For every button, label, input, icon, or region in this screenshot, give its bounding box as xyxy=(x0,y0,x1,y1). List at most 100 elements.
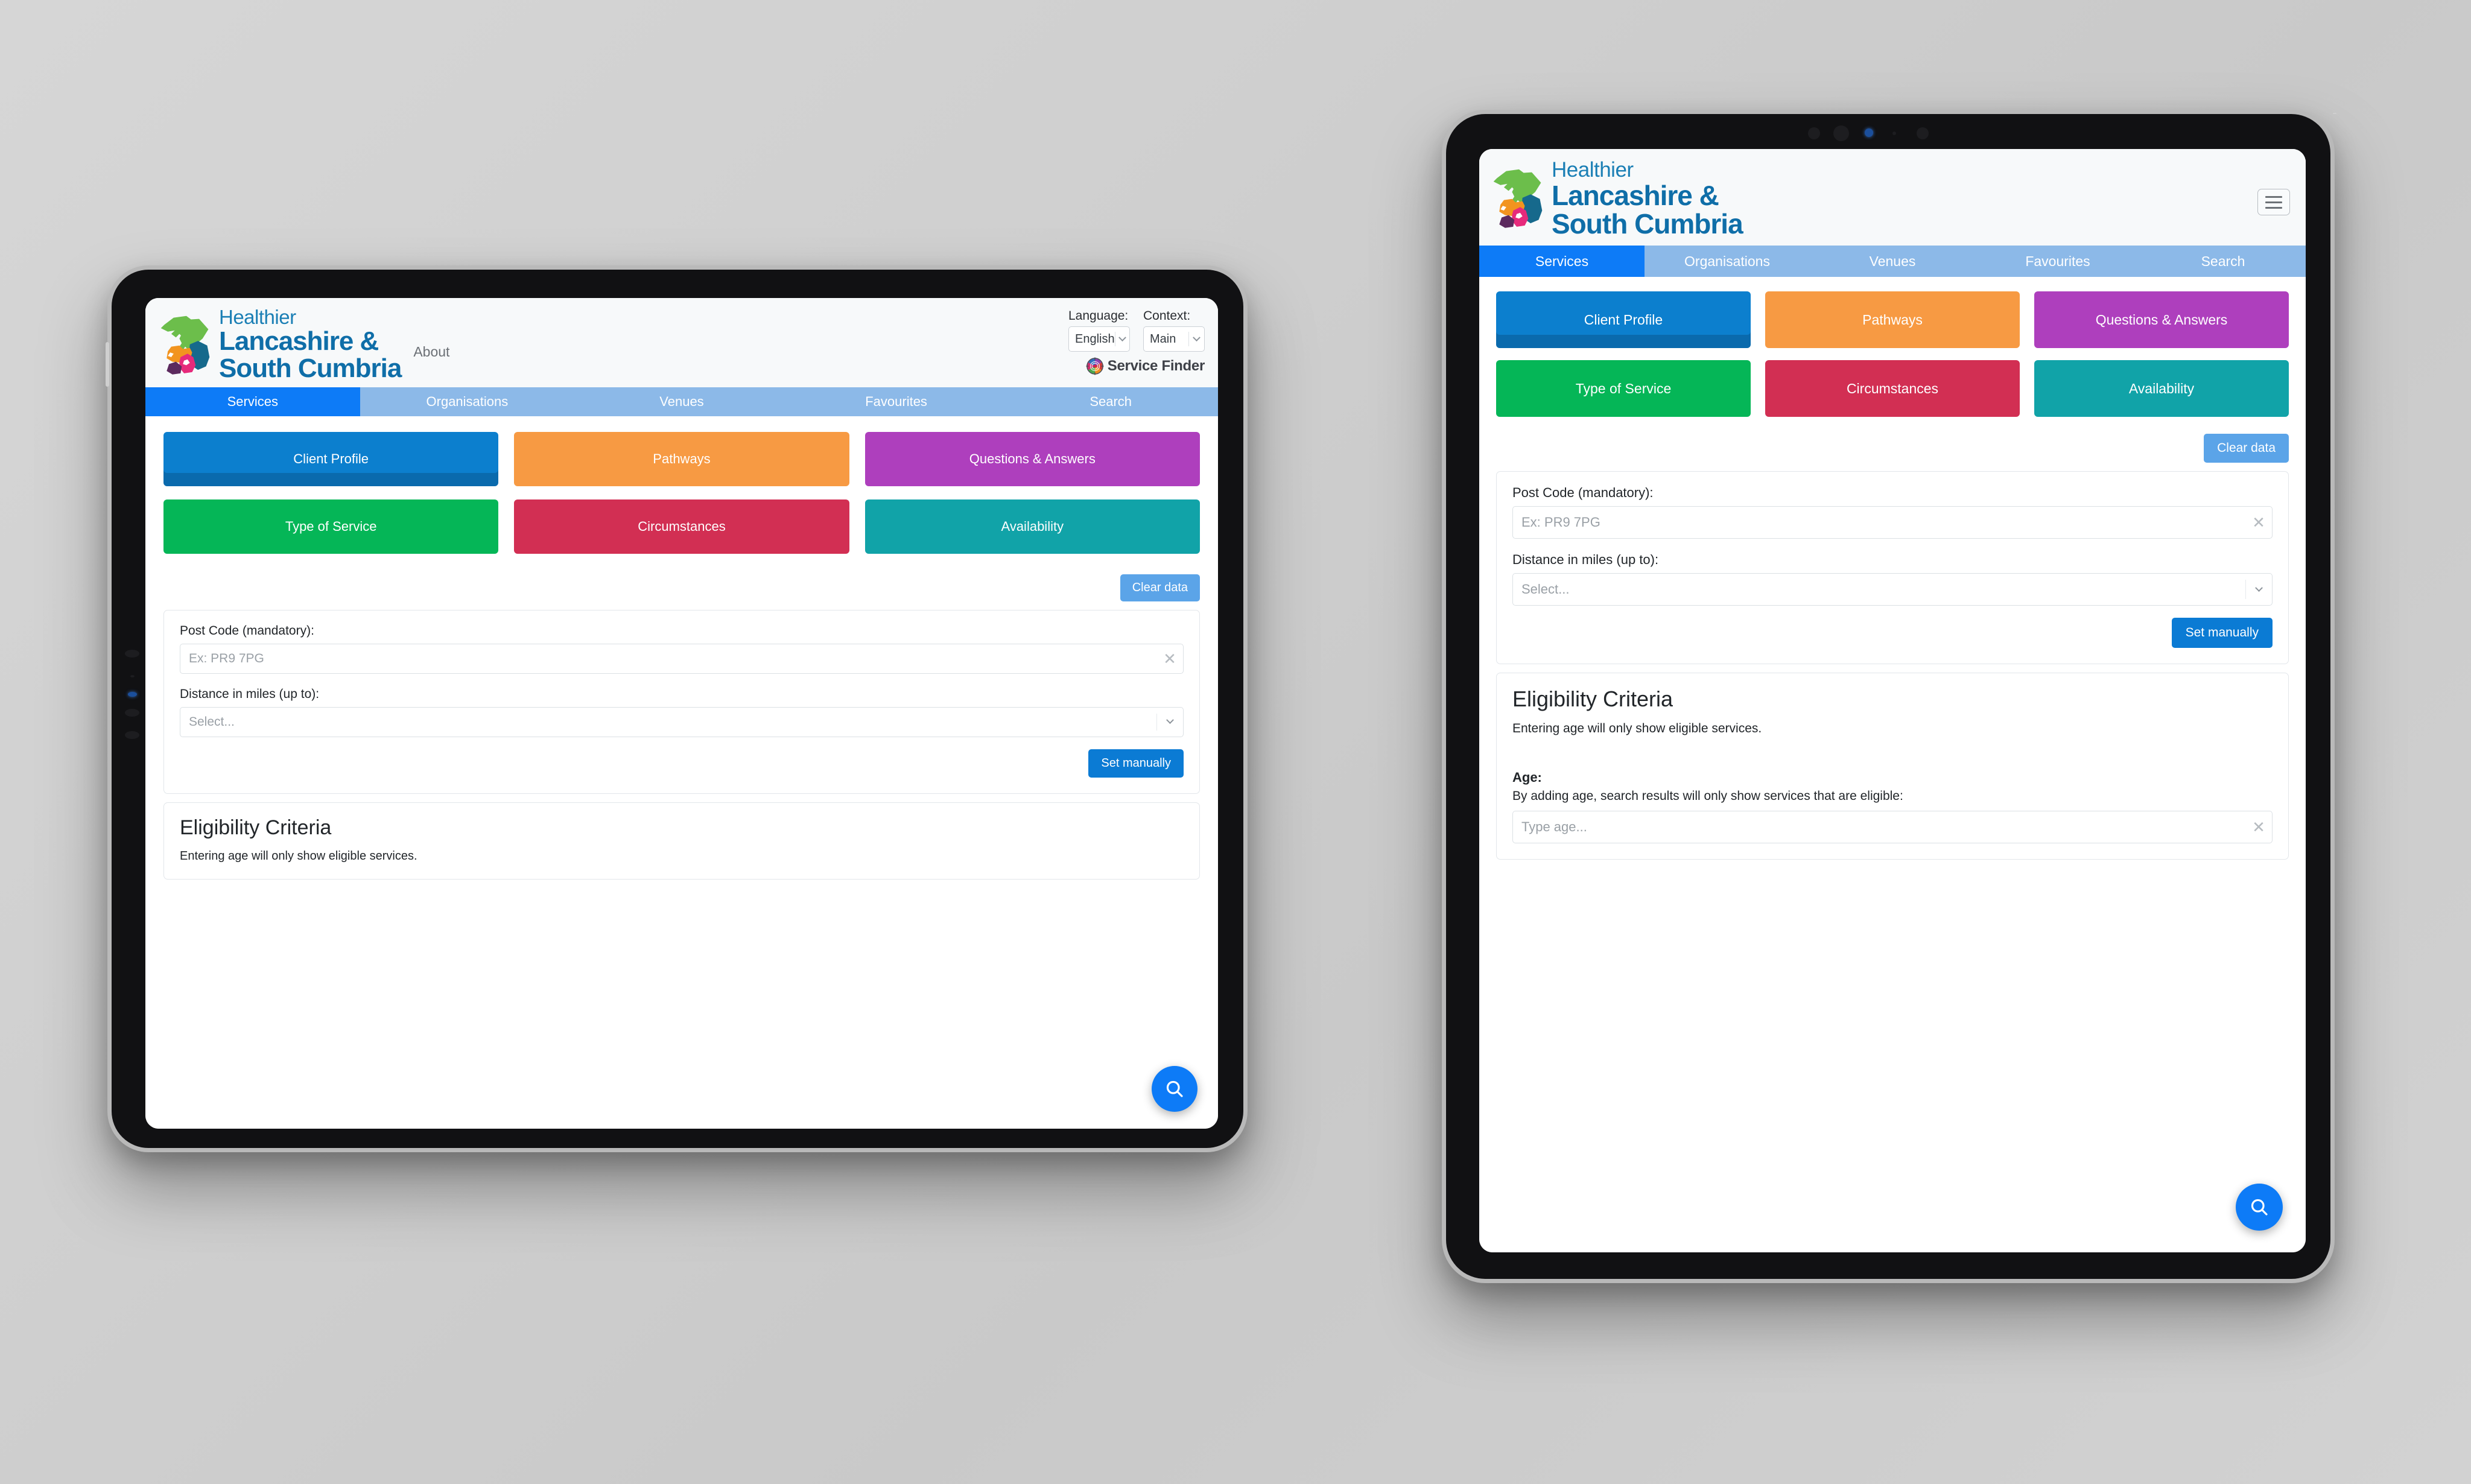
tablet-device-portrait: Healthier Lancashire & South Cumbria Ser… xyxy=(1442,110,2336,1283)
distance-select[interactable]: Select... xyxy=(180,707,1184,737)
device-sensor-dot xyxy=(1917,127,1929,139)
category-pathways[interactable]: Pathways xyxy=(514,432,849,486)
location-panel: Post Code (mandatory): Ex: PR9 7PG ✕ Dis… xyxy=(1496,471,2289,664)
device-side-button xyxy=(2333,113,2336,114)
search-fab-button[interactable] xyxy=(1152,1066,1197,1112)
postcode-field[interactable]: Ex: PR9 7PG ✕ xyxy=(180,644,1184,674)
main-navigation: Services Organisations Venues Favourites… xyxy=(145,387,1218,416)
brand-wordmark: Healthier Lancashire & South Cumbria xyxy=(1552,158,1743,239)
category-client-profile[interactable]: Client Profile xyxy=(1496,291,1751,348)
category-type-of-service[interactable]: Type of Service xyxy=(163,499,499,554)
category-availability[interactable]: Availability xyxy=(2034,360,2289,417)
location-panel: Post Code (mandatory): Ex: PR9 7PG ✕ Dis… xyxy=(163,610,1200,794)
service-finder-app-mobile: Healthier Lancashire & South Cumbria Ser… xyxy=(1479,149,2306,1252)
category-questions-answers[interactable]: Questions & Answers xyxy=(2034,291,2289,348)
tab-favourites[interactable]: Favourites xyxy=(1975,246,2140,277)
category-type-of-service[interactable]: Type of Service xyxy=(1496,360,1751,417)
brand-line-3: South Cumbria xyxy=(1552,208,1743,239)
chevron-down-icon xyxy=(1188,332,1204,346)
about-link[interactable]: About xyxy=(413,334,449,360)
tab-search[interactable]: Search xyxy=(2140,246,2306,277)
eligibility-panel: Eligibility Criteria Entering age will o… xyxy=(163,802,1200,880)
set-manually-button[interactable]: Set manually xyxy=(1088,749,1184,778)
category-pathways[interactable]: Pathways xyxy=(1765,291,2020,348)
search-fab-button[interactable] xyxy=(2236,1184,2283,1231)
brand-logo[interactable]: Healthier Lancashire & South Cumbria xyxy=(1489,159,1743,238)
tab-venues[interactable]: Venues xyxy=(1810,246,1975,277)
tab-services[interactable]: Services xyxy=(145,387,360,416)
lancashire-map-logo-icon xyxy=(1489,162,1547,229)
eligibility-title: Eligibility Criteria xyxy=(180,816,332,839)
device-indicator-dot xyxy=(128,692,137,697)
tab-organisations[interactable]: Organisations xyxy=(1645,246,1810,277)
postcode-label: Post Code (mandatory): xyxy=(180,624,314,638)
category-client-profile[interactable]: Client Profile xyxy=(163,432,499,486)
context-select[interactable]: Main xyxy=(1143,326,1205,352)
clear-postcode-icon[interactable]: ✕ xyxy=(2245,515,2272,530)
brand-line-1: Healthier xyxy=(219,306,296,328)
age-field[interactable]: Type age... ✕ xyxy=(1512,811,2273,843)
postcode-placeholder: Ex: PR9 7PG xyxy=(189,652,264,665)
chevron-down-icon[interactable] xyxy=(1156,713,1183,731)
age-label: Age: xyxy=(1512,770,1542,785)
brand-line-3: South Cumbria xyxy=(219,354,402,383)
lancashire-map-logo-icon xyxy=(156,309,214,375)
distance-placeholder: Select... xyxy=(1521,582,1570,597)
device-sensor-dot xyxy=(1833,125,1849,141)
device-side-button xyxy=(106,342,109,387)
tab-services[interactable]: Services xyxy=(1479,246,1645,277)
eligibility-title: Eligibility Criteria xyxy=(1512,687,1673,711)
main-navigation: Services Organisations Venues Favourites… xyxy=(1479,246,2306,277)
device-sensor-dot xyxy=(125,650,139,658)
context-selector-group: Context: Main xyxy=(1143,309,1205,352)
language-select[interactable]: English xyxy=(1068,326,1130,352)
device-sensor-dot xyxy=(1892,132,1896,135)
clear-data-button[interactable]: Clear data xyxy=(1120,574,1200,601)
distance-select[interactable]: Select... xyxy=(1512,573,2273,606)
set-manually-row: Set manually xyxy=(180,749,1184,778)
tab-venues[interactable]: Venues xyxy=(574,387,789,416)
brand-logo[interactable]: Healthier Lancashire & South Cumbria xyxy=(156,306,402,383)
clear-data-row: Clear data xyxy=(1479,423,2306,463)
device-sensor-dot xyxy=(1808,127,1820,139)
set-manually-button[interactable]: Set manually xyxy=(2171,618,2273,648)
brand-line-2: Lancashire & xyxy=(1552,180,1719,211)
tab-search[interactable]: Search xyxy=(1003,387,1218,416)
clear-postcode-icon[interactable]: ✕ xyxy=(1156,651,1183,667)
age-field-block: Age: By adding age, search results will … xyxy=(1512,770,2273,843)
distance-label: Distance in miles (up to): xyxy=(1512,552,1659,567)
clear-age-icon[interactable]: ✕ xyxy=(2245,819,2272,835)
header-controls: Language: English Context: Main Service … xyxy=(1068,306,1205,375)
postcode-label: Post Code (mandatory): xyxy=(1512,485,1654,500)
category-circumstances[interactable]: Circumstances xyxy=(514,499,849,554)
chevron-down-icon xyxy=(1114,332,1129,346)
age-help-text: By adding age, search results will only … xyxy=(1512,789,1903,803)
distance-placeholder: Select... xyxy=(189,715,235,729)
category-availability[interactable]: Availability xyxy=(864,499,1200,554)
hamburger-icon-bar xyxy=(2265,206,2282,209)
service-finder-target-icon xyxy=(1086,357,1104,375)
brand-line-1: Healthier xyxy=(1552,158,1634,182)
category-button-grid: Client Profile Pathways Questions & Answ… xyxy=(145,416,1218,562)
chevron-down-icon[interactable] xyxy=(2245,580,2272,599)
service-finder-label: Service Finder xyxy=(1107,358,1205,374)
hamburger-icon-bar xyxy=(2265,195,2282,198)
eligibility-panel: Eligibility Criteria Entering age will o… xyxy=(1496,673,2289,860)
eligibility-subtitle: Entering age will only show eligible ser… xyxy=(1512,721,1762,735)
category-questions-answers[interactable]: Questions & Answers xyxy=(864,432,1200,486)
hamburger-icon-bar xyxy=(2265,201,2282,203)
tab-favourites[interactable]: Favourites xyxy=(788,387,1004,416)
context-value: Main xyxy=(1150,332,1176,346)
category-circumstances[interactable]: Circumstances xyxy=(1765,360,2020,417)
clear-data-button[interactable]: Clear data xyxy=(2204,434,2289,463)
header-selectors: Language: English Context: Main xyxy=(1068,309,1205,352)
postcode-field[interactable]: Ex: PR9 7PG ✕ xyxy=(1512,506,2273,539)
eligibility-subtitle: Entering age will only show eligible ser… xyxy=(180,849,417,863)
tablet-screen-portrait: Healthier Lancashire & South Cumbria Ser… xyxy=(1479,149,2306,1252)
service-finder-brand: Service Finder xyxy=(1086,357,1205,375)
clear-data-row: Clear data xyxy=(145,562,1218,601)
app-header: Healthier Lancashire & South Cumbria Abo… xyxy=(145,298,1218,387)
language-value: English xyxy=(1075,332,1115,346)
tab-organisations[interactable]: Organisations xyxy=(360,387,575,416)
hamburger-menu-button[interactable] xyxy=(2257,189,2290,215)
